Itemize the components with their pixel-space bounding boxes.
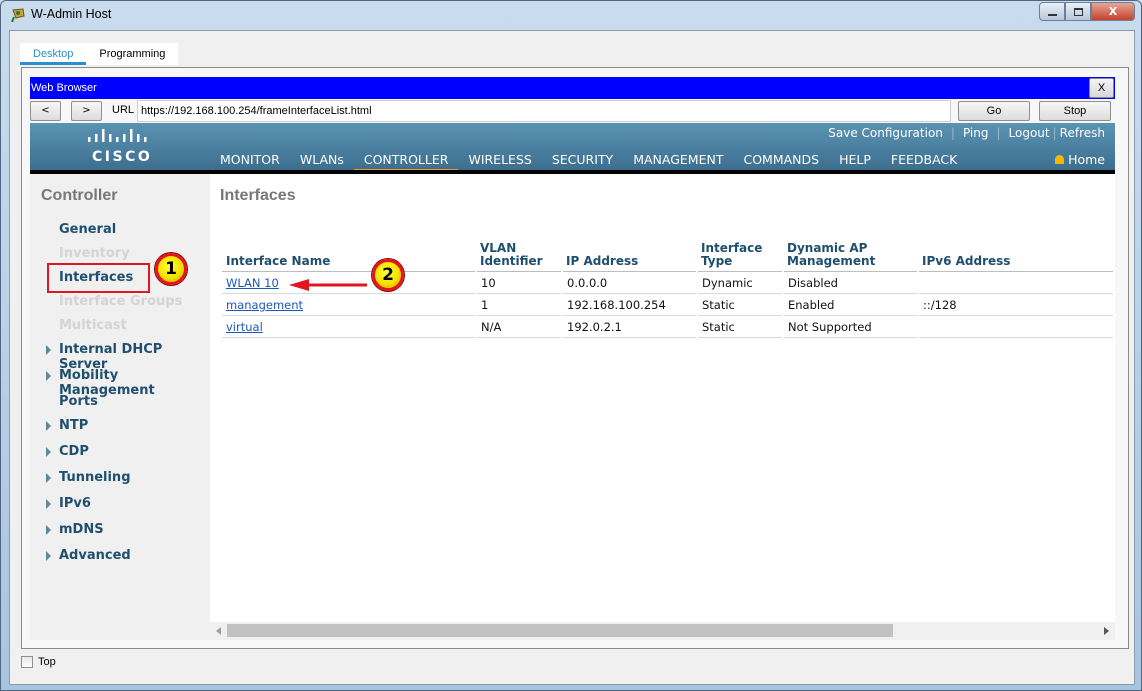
top-links: Save Configuration | Ping | Logout | Ref… [828,126,1105,140]
top-checkbox-label: Top [38,656,56,668]
interface-link-management[interactable]: management [226,298,303,312]
expand-arrow-icon [46,551,51,561]
web-browser-titlebar: Web Browser X [30,77,1115,99]
interface-type-cell: Static [697,315,784,338]
col-ip-address[interactable]: IP Address [562,242,697,272]
sidebar: Controller General Inventory Interfaces … [30,174,210,640]
close-window-button[interactable]: X [1091,2,1135,21]
ip-address-cell: 0.0.0.0 [562,271,698,294]
interface-link-virtual[interactable]: virtual [226,320,263,334]
interface-link-wlan-10[interactable]: WLAN 10 [226,276,279,290]
ipv6-cell: ::/128 [918,293,1115,316]
dynamic-ap-cell: Enabled [783,293,919,316]
title-bar[interactable]: W-Admin Host X [1,1,1141,29]
expand-arrow-icon [46,473,51,483]
maximize-button[interactable] [1065,2,1091,21]
top-option: Top [21,656,56,668]
stop-button[interactable]: Stop [1039,101,1111,121]
vlan-id-cell: 10 [476,271,563,294]
red-arrow-icon [289,279,367,291]
home-icon [1055,155,1065,164]
sidebar-item-ipv6[interactable]: IPv6 [46,496,91,511]
client-area: Desktop Programming Web Browser X < > UR… [9,30,1135,685]
content-area: Interfaces Interface Name VLAN Identifie… [210,174,1115,622]
tab-bar: Desktop Programming [20,43,179,65]
sidebar-item-mdns[interactable]: mDNS [46,522,104,537]
col-vlan-identifier[interactable]: VLAN Identifier [476,242,562,272]
ip-address-cell: 192.0.2.1 [562,315,698,338]
close-icon: X [1108,5,1118,18]
page-title: Interfaces [220,187,296,204]
url-input[interactable]: https://192.168.100.254/frameInterfaceLi… [137,100,951,122]
logout-link[interactable]: Logout [1009,126,1050,140]
url-bar: < > URL https://192.168.100.254/frameInt… [30,100,1115,122]
sidebar-item-multicast: Multicast [59,318,127,333]
step-badge-1: 1 [155,253,187,285]
ping-link[interactable]: Ping [963,126,989,140]
interface-type-cell: Static [697,293,784,316]
window-title: W-Admin Host [31,7,112,21]
tab-programming[interactable]: Programming [86,43,179,65]
go-button[interactable]: Go [958,101,1030,121]
sidebar-item-cdp[interactable]: CDP [46,444,89,459]
horizontal-scrollbar[interactable] [210,622,1115,640]
minimize-icon [1047,13,1057,16]
expand-arrow-icon [46,525,51,535]
url-label: URL [112,104,135,116]
interface-type-cell: Dynamic [697,271,784,294]
dynamic-ap-cell: Not Supported [783,315,919,338]
vlan-id-cell: N/A [476,315,563,338]
refresh-link[interactable]: Refresh [1060,126,1105,140]
highlight-box-interfaces [47,263,150,293]
cisco-logo: CISCO [78,128,158,168]
web-browser-title: Web Browser [31,82,97,94]
home-label: Home [1068,152,1105,167]
dynamic-ap-cell: Disabled [783,271,919,294]
col-ipv6-address[interactable]: IPv6 Address [918,242,1114,272]
cisco-header: CISCO Save Configuration | Ping | Logout… [30,123,1115,174]
step-badge-2: 2 [372,259,404,291]
tab-desktop[interactable]: Desktop [20,43,87,65]
sidebar-item-general[interactable]: General [59,222,116,237]
expand-arrow-icon [46,421,51,431]
sidebar-item-ntp[interactable]: NTP [46,418,88,433]
sidebar-item-advanced[interactable]: Advanced [46,548,131,563]
table-row: management 1 192.168.100.254 Static Enab… [222,293,1115,316]
ipv6-cell [918,315,1115,338]
back-button[interactable]: < [30,101,61,121]
table-row: virtual N/A 192.0.2.1 Static Not Support… [222,315,1115,338]
packet-tracer-icon [11,8,25,23]
minimize-button[interactable] [1039,2,1065,21]
ip-address-cell: 192.168.100.254 [562,293,698,316]
expand-arrow-icon [46,447,51,457]
home-link[interactable]: Home [1055,152,1105,167]
desktop-panel: Web Browser X < > URL https://192.168.10… [21,67,1129,649]
forward-button[interactable]: > [71,101,102,121]
sidebar-item-interface-groups: Interface Groups [59,294,183,309]
scroll-right-icon[interactable] [1104,627,1109,635]
col-interface-type[interactable]: Interface Type [697,242,783,272]
maximize-icon [1073,7,1083,16]
app-window: W-Admin Host X Desktop Programming Web B… [0,0,1142,691]
vlan-id-cell: 1 [476,293,563,316]
browser-viewport: CISCO Save Configuration | Ping | Logout… [30,123,1115,640]
web-browser-close-button[interactable]: X [1089,78,1114,98]
top-checkbox[interactable] [21,656,33,668]
scroll-left-icon[interactable] [216,627,221,635]
sidebar-item-inventory: Inventory [59,246,130,261]
scrollbar-thumb[interactable] [227,624,893,637]
sidebar-title: Controller [41,187,118,204]
cisco-wordmark: CISCO [92,149,153,165]
sidebar-item-ports[interactable]: Ports [59,394,98,409]
save-configuration-link[interactable]: Save Configuration [828,126,943,140]
ipv6-cell [918,271,1115,294]
sidebar-item-tunneling[interactable]: Tunneling [46,470,131,485]
expand-arrow-icon [46,371,51,381]
table-header-row: Interface Name VLAN Identifier IP Addres… [222,242,1114,272]
expand-arrow-icon [46,345,51,355]
col-interface-name[interactable]: Interface Name [222,242,476,272]
expand-arrow-icon [46,499,51,509]
col-dynamic-ap-management[interactable]: Dynamic AP Management [783,242,918,272]
cisco-bars-icon [88,129,147,142]
